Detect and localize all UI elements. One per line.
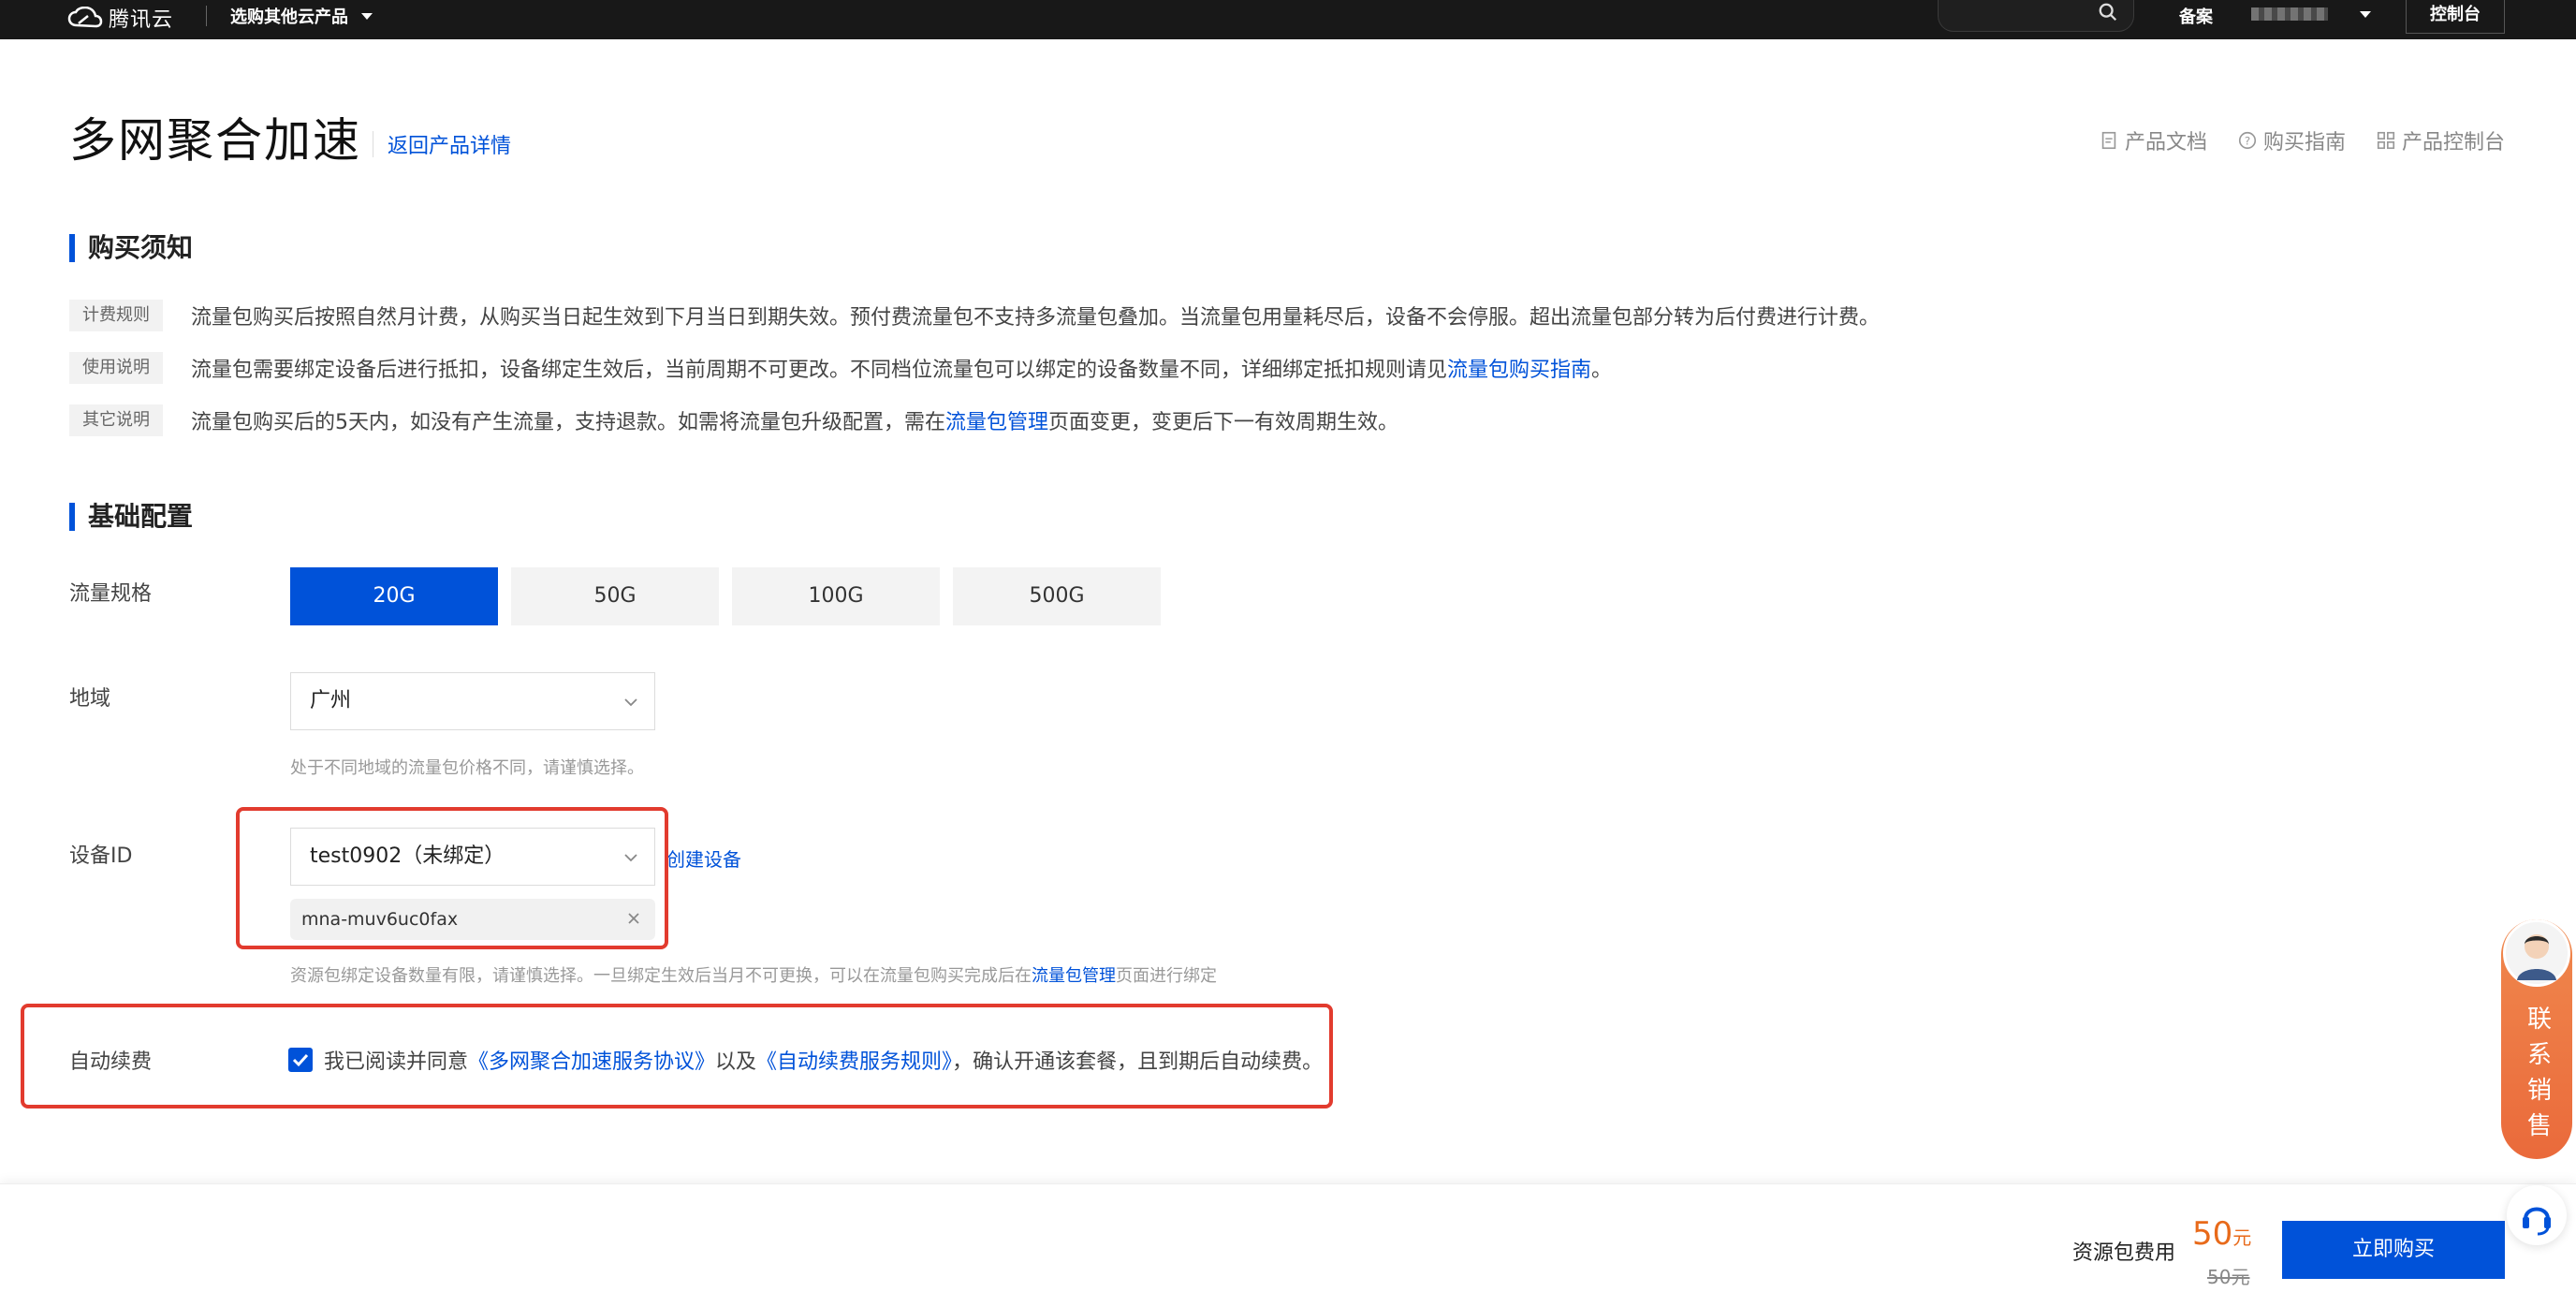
fee-label: 资源包费用 bbox=[2072, 1241, 2176, 1265]
price-value: 50元 bbox=[2192, 1215, 2251, 1253]
headset-icon bbox=[2523, 1207, 2551, 1236]
region-label: 地域 bbox=[69, 687, 111, 711]
chevron-down-icon bbox=[624, 698, 637, 707]
caret-down-icon bbox=[361, 12, 373, 20]
purchase-guide-label: 购买指南 bbox=[2262, 131, 2346, 154]
notice-tag: 使用说明 bbox=[69, 352, 163, 384]
notice-tag: 其它说明 bbox=[69, 404, 163, 436]
account-name-blurred[interactable] bbox=[2251, 7, 2328, 21]
notice-text: 流量包需要绑定设备后进行抵扣，设备绑定生效后，当前周期不可更改。不同档位流量包可… bbox=[191, 353, 1612, 383]
price-unit: 元 bbox=[2232, 1226, 2252, 1249]
search-input[interactable] bbox=[1938, 0, 2134, 32]
console-button[interactable]: 控制台 bbox=[2406, 0, 2505, 34]
sales-avatar bbox=[2503, 919, 2570, 987]
check-icon bbox=[292, 1053, 309, 1067]
other-products-menu[interactable]: 选购其他云产品 bbox=[230, 4, 373, 28]
notice-text-part: 。 bbox=[1591, 359, 1613, 382]
create-device-link[interactable]: 创建设备 bbox=[666, 844, 741, 872]
document-icon bbox=[2101, 131, 2116, 150]
agreement-part: ，确认开通该套餐，且到期后自动续费。 bbox=[952, 1050, 1324, 1074]
notice-text: 流量包购买后按照自然月计费，从购买当日起生效到下月当日到期失效。预付费流量包不支… bbox=[191, 306, 1881, 330]
spec-option-50g[interactable]: 50G bbox=[511, 567, 719, 625]
auto-renew-label: 自动续费 bbox=[69, 1050, 153, 1074]
notice-text-part: 页面变更，变更后下一有效周期生效。 bbox=[1048, 411, 1399, 434]
section-title-config: 基础配置 bbox=[69, 501, 193, 533]
beian-link[interactable]: 备案 bbox=[2179, 4, 2213, 28]
device-hint: 资源包绑定设备数量有限，请谨慎选择。一旦绑定生效后当月不可更换，可以在流量包购买… bbox=[290, 962, 1217, 987]
notice-tag: 计费规则 bbox=[69, 300, 163, 331]
agreement-text: 我已阅读并同意《多网聚合加速服务协议》以及《自动续费服务规则》，确认开通该套餐，… bbox=[324, 1045, 1323, 1075]
device-hint-text: 页面进行绑定 bbox=[1116, 966, 1217, 986]
product-console-link[interactable]: 产品控制台 bbox=[2376, 125, 2505, 155]
agreement-part: 我已阅读并同意 bbox=[324, 1050, 469, 1074]
other-products-label: 选购其他云产品 bbox=[230, 7, 348, 27]
traffic-package-manage-link-2[interactable]: 流量包管理 bbox=[1032, 966, 1116, 986]
device-hint-text: 资源包绑定设备数量有限，请谨慎选择。一旦绑定生效后当月不可更换，可以在流量包购买… bbox=[290, 966, 1032, 986]
notice-row-other: 其它说明 流量包购买后的5天内，如没有产生流量，支持退款。如需将流量包升级配置，… bbox=[69, 404, 1398, 436]
agreement-part: 以及 bbox=[715, 1050, 757, 1074]
page-title: 多网聚合加速 bbox=[69, 113, 361, 168]
tencent-cloud-logo[interactable]: 腾讯云 bbox=[67, 4, 173, 32]
contact-sales-label: 联系销售 bbox=[2527, 1006, 2553, 1140]
notice-text: 流量包购买后的5天内，如没有产生流量，支持退款。如需将流量包升级配置，需在流量包… bbox=[191, 405, 1398, 435]
purchase-guide-inline-link[interactable]: 流量包购买指南 bbox=[1447, 359, 1591, 382]
region-hint: 处于不同地域的流量包价格不同，请谨慎选择。 bbox=[290, 758, 644, 778]
spec-option-500g[interactable]: 500G bbox=[953, 567, 1161, 625]
notice-text-part: 流量包需要绑定设备后进行抵扣，设备绑定生效后，当前周期不可更改。不同档位流量包可… bbox=[191, 359, 1448, 382]
product-console-label: 产品控制台 bbox=[2401, 131, 2505, 154]
grid-icon bbox=[2377, 131, 2395, 150]
divider bbox=[206, 6, 207, 26]
product-docs-link[interactable]: 产品文档 bbox=[2099, 125, 2207, 155]
svg-text:?: ? bbox=[2245, 135, 2250, 148]
spec-option-100g[interactable]: 100G bbox=[732, 567, 940, 625]
original-price: 50元 bbox=[2207, 1266, 2250, 1288]
region-select[interactable]: 广州 bbox=[290, 672, 655, 730]
buy-now-button[interactable]: 立即购买 bbox=[2282, 1221, 2505, 1279]
spec-option-20g[interactable]: 20G bbox=[290, 567, 498, 625]
back-to-product-link[interactable]: 返回产品详情 bbox=[388, 129, 511, 159]
search-icon[interactable] bbox=[2098, 2, 2118, 22]
cloud-logo-icon bbox=[67, 7, 103, 28]
logo-text: 腾讯云 bbox=[109, 8, 174, 32]
top-navbar: 腾讯云 选购其他云产品 备案 控制台 bbox=[0, 0, 2576, 39]
notice-text-part: 流量包购买后的5天内，如没有产生流量，支持退款。如需将流量包升级配置，需在 bbox=[191, 411, 945, 434]
person-avatar-icon bbox=[2517, 934, 2556, 980]
highlight-box-device bbox=[236, 807, 668, 949]
support-headset-button[interactable] bbox=[2507, 1185, 2567, 1245]
service-agreement-link[interactable]: 《多网聚合加速服务协议》 bbox=[468, 1050, 715, 1074]
region-select-value: 广州 bbox=[310, 689, 352, 712]
auto-renew-rules-link[interactable]: 《自动续费服务规则》 bbox=[756, 1050, 952, 1074]
notice-row-usage: 使用说明 流量包需要绑定设备后进行抵扣，设备绑定生效后，当前周期不可更改。不同档… bbox=[69, 352, 1612, 384]
purchase-footer-bar bbox=[0, 1183, 2576, 1292]
purchase-guide-link[interactable]: ? 购买指南 bbox=[2237, 125, 2346, 155]
section-title-notice: 购买须知 bbox=[69, 232, 193, 264]
header-links: 产品文档 ? 购买指南 产品控制台 bbox=[2099, 125, 2505, 155]
agree-checkbox[interactable] bbox=[288, 1048, 313, 1072]
account-caret-icon[interactable] bbox=[2360, 11, 2371, 18]
help-circle-icon: ? bbox=[2238, 131, 2257, 150]
device-label: 设备ID bbox=[69, 844, 133, 868]
spec-label: 流量规格 bbox=[69, 582, 153, 606]
traffic-package-manage-link[interactable]: 流量包管理 bbox=[945, 411, 1048, 434]
price-amount: 50 bbox=[2192, 1215, 2233, 1253]
notice-row-billing: 计费规则 流量包购买后按照自然月计费，从购买当日起生效到下月当日到期失效。预付费… bbox=[69, 300, 1880, 331]
product-docs-label: 产品文档 bbox=[2124, 131, 2207, 154]
